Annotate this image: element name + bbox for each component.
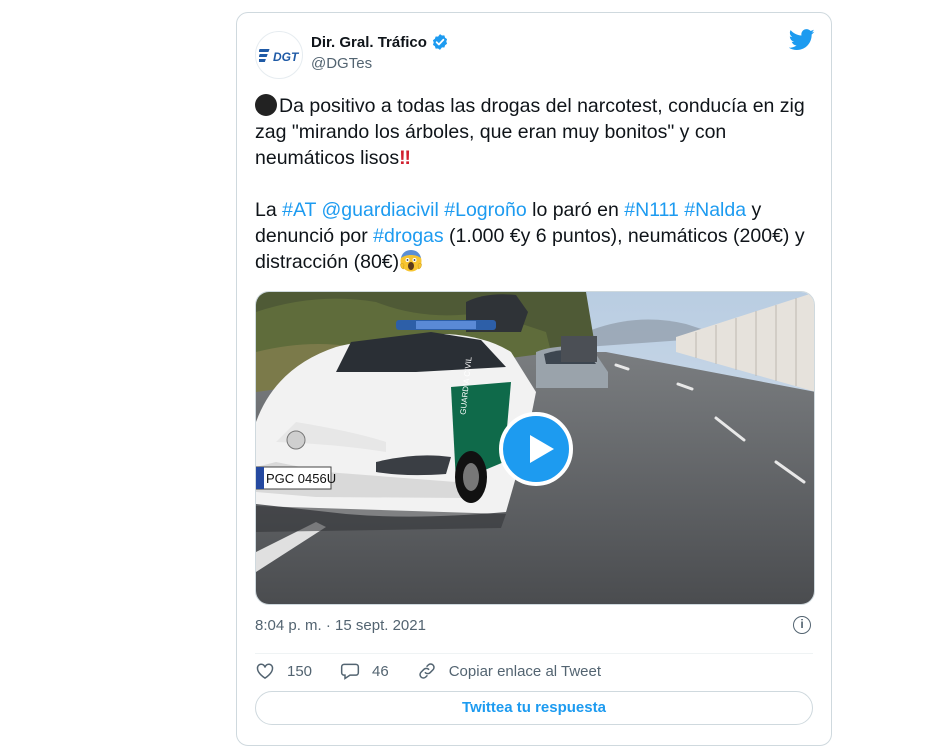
- action-bar: 150 46 Copiar enlace al Tweet: [255, 661, 629, 681]
- video-player[interactable]: GUARDIA CIVIL PGC 0456U: [255, 291, 815, 605]
- tweet-text: Da positivo a todas las drogas del narco…: [255, 93, 815, 275]
- tweet-text-mid1: lo paró en: [526, 199, 625, 221]
- like-count: 150: [287, 662, 313, 680]
- black-circle-emoji-icon: [255, 94, 277, 116]
- avatar[interactable]: DGT: [255, 31, 303, 79]
- double-exclamation-emoji-icon: ‼: [399, 147, 411, 169]
- dgt-logo: DGT: [259, 49, 300, 64]
- twitter-bird-icon[interactable]: [789, 29, 815, 51]
- tweet-timestamp[interactable]: 8:04 p. m. · 15 sept. 2021: [255, 617, 426, 634]
- author-handle[interactable]: @DGTes: [311, 55, 372, 72]
- like-button[interactable]: 150: [255, 661, 312, 681]
- dgt-logo-text: DGT: [273, 50, 300, 64]
- tweet-paragraph-2: La #AT @guardiacivil #Logroño lo paró en…: [255, 197, 815, 275]
- tweet-paragraph-1: Da positivo a todas las drogas del narco…: [255, 93, 815, 171]
- heart-icon: [256, 663, 274, 679]
- verified-badge-icon: [432, 34, 447, 50]
- tweet-card: DGT Dir. Gral. Tráfico @DGTes Da positiv…: [236, 12, 832, 746]
- author-name-row[interactable]: Dir. Gral. Tráfico: [311, 33, 449, 51]
- info-icon[interactable]: i: [793, 616, 811, 634]
- hashtag-at[interactable]: #AT: [282, 199, 316, 221]
- author-name[interactable]: Dir. Gral. Tráfico: [311, 34, 427, 51]
- copy-link-button[interactable]: Copiar enlace al Tweet: [417, 661, 601, 681]
- reply-button[interactable]: 46: [340, 661, 389, 681]
- hashtag-drogas[interactable]: #drogas: [373, 225, 443, 247]
- reply-bubble-icon: [340, 663, 360, 680]
- copy-link-label: Copiar enlace al Tweet: [448, 662, 602, 680]
- play-button[interactable]: [499, 412, 573, 486]
- screaming-face-emoji-icon: [400, 250, 422, 272]
- tweet-your-reply-button[interactable]: Twittea tu respuesta: [255, 691, 813, 725]
- license-plate-text: PGC 0456U: [266, 471, 336, 486]
- hashtag-logrono[interactable]: #Logroño: [444, 199, 526, 221]
- hashtag-nalda[interactable]: #Nalda: [684, 199, 746, 221]
- tweet-line-1: Da positivo a todas las drogas del narco…: [255, 95, 805, 169]
- mention-guardiacivil[interactable]: @guardiacivil: [322, 199, 439, 221]
- hashtag-n111[interactable]: #N111: [624, 199, 679, 221]
- license-plate: PGC 0456U: [256, 466, 336, 490]
- tweet-text-start: La: [255, 199, 283, 221]
- divider: [255, 653, 813, 654]
- reply-count: 46: [372, 662, 389, 680]
- link-icon: [419, 663, 435, 679]
